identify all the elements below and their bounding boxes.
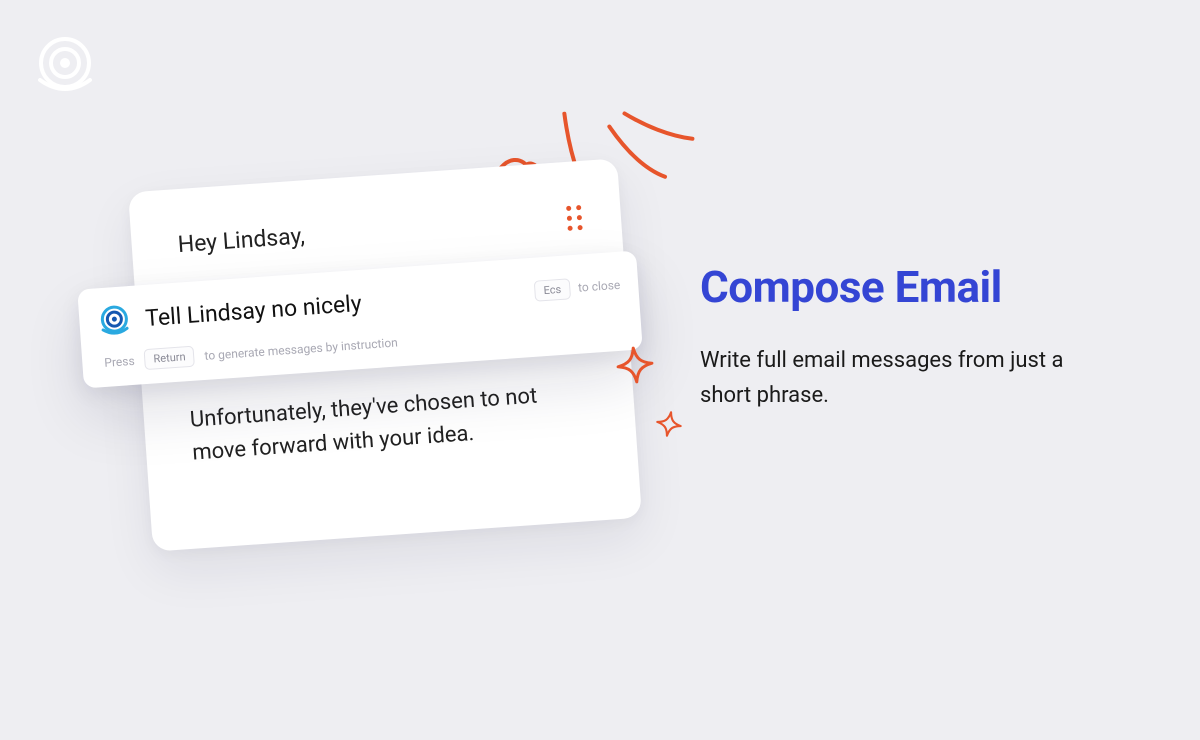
press-label: Press	[104, 353, 135, 369]
brand-logo	[30, 30, 100, 100]
marketing-copy: Compose Email Write full email messages …	[700, 262, 1120, 413]
sparkle-icon	[653, 408, 685, 440]
headline: Compose Email	[700, 262, 1120, 313]
sparkle-icon	[613, 343, 657, 387]
drag-handle-icon[interactable]	[566, 205, 584, 232]
illustration-stage: Hey Lindsay, Unfortunately, they've chos…	[110, 175, 650, 595]
app-swirl-icon	[96, 302, 132, 338]
close-hint: Ecs to close	[534, 274, 621, 301]
email-body: Unfortunately, they've chosen to not mov…	[189, 376, 591, 470]
esc-key-badge: Ecs	[534, 278, 571, 301]
subhead: Write full email messages from just a sh…	[700, 343, 1120, 413]
email-greeting: Hey Lindsay,	[177, 203, 576, 258]
return-key-badge: Return	[144, 346, 195, 370]
prompt-input[interactable]: Tell Lindsay no nicely	[144, 278, 521, 331]
close-hint-label: to close	[578, 278, 621, 295]
generate-hint-label: to generate messages by instruction	[204, 335, 398, 362]
